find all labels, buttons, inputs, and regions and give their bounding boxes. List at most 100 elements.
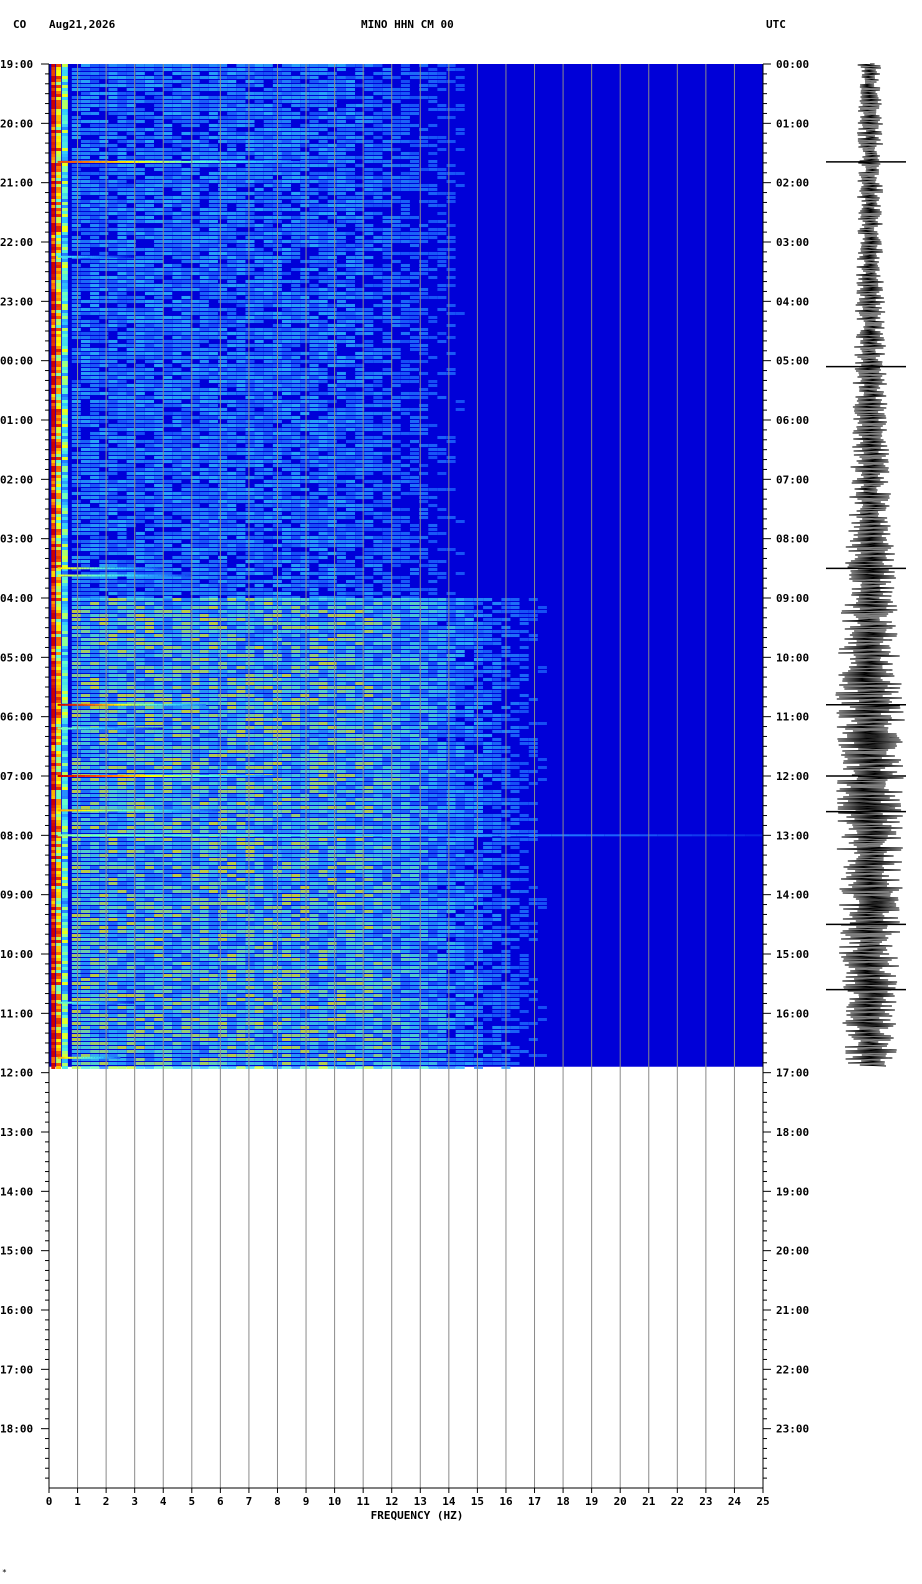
event-line-5 <box>118 727 121 730</box>
event-line-2 <box>73 567 76 570</box>
event-line-4 <box>83 703 88 706</box>
event-line-7 <box>118 809 123 812</box>
event-line-10 <box>79 1056 82 1059</box>
event-line-7 <box>106 809 111 812</box>
event-line-7 <box>69 809 74 812</box>
event-line-0 <box>231 160 238 163</box>
event-line-4 <box>57 703 62 706</box>
x-tick-label-16: 16 <box>499 1495 513 1508</box>
event-line-10 <box>103 1056 105 1059</box>
event-line-1 <box>94 255 97 258</box>
event-line-4 <box>113 703 117 706</box>
event-line-2 <box>152 567 156 570</box>
event-line-5 <box>60 727 63 730</box>
event-line-4 <box>150 703 155 706</box>
event-line-4 <box>165 703 169 706</box>
event-line-3 <box>175 574 179 577</box>
event-line-5 <box>155 727 158 730</box>
y-right-tick-label: 21:00 <box>776 1304 809 1317</box>
event-line-10 <box>101 1056 104 1059</box>
event-line-4 <box>139 703 143 706</box>
event-line-4 <box>169 703 173 706</box>
event-line-2 <box>94 567 98 570</box>
event-line-0 <box>113 160 120 163</box>
event-line-6 <box>222 775 228 777</box>
event-line-2 <box>142 567 145 570</box>
event-line-5 <box>152 727 156 730</box>
event-line-6 <box>79 775 86 777</box>
event-line-7 <box>90 809 95 812</box>
event-line-9 <box>69 1001 71 1004</box>
event-line-5 <box>73 727 76 730</box>
event-line-4 <box>154 703 158 706</box>
event-line-1 <box>61 255 64 258</box>
event-line-10 <box>78 1056 80 1059</box>
event-line-0 <box>194 160 201 163</box>
event-line-3 <box>67 574 71 577</box>
event-line-2 <box>65 567 69 570</box>
event-line-3 <box>181 574 186 577</box>
event-line-3 <box>185 574 189 577</box>
event-line-9 <box>123 1001 125 1004</box>
event-line-8 <box>251 834 270 837</box>
event-line-1 <box>57 255 60 258</box>
event-line-6 <box>96 775 102 777</box>
event-line-0 <box>150 160 157 163</box>
event-line-2 <box>131 567 135 570</box>
event-line-9 <box>121 1001 124 1004</box>
event-line-3 <box>154 574 159 577</box>
event-line-0 <box>70 160 77 163</box>
event-line-4 <box>198 703 203 706</box>
event-line-6 <box>118 775 124 777</box>
event-line-5 <box>70 727 74 730</box>
y-right-tick-label: 14:00 <box>776 889 809 902</box>
event-line-2 <box>121 567 124 570</box>
event-line-10 <box>112 1056 115 1059</box>
event-line-9 <box>107 1001 110 1004</box>
event-line-2 <box>126 567 129 570</box>
event-line-10 <box>85 1056 88 1059</box>
y-left-tick-label: 02:00 <box>0 473 33 486</box>
y-left-tick-label: 06:00 <box>0 711 33 724</box>
event-line-7 <box>143 809 148 812</box>
event-line-6 <box>129 775 135 777</box>
x-tick-label-19: 19 <box>585 1495 598 1508</box>
y-right-tick-label: 06:00 <box>776 414 809 427</box>
event-line-6 <box>184 775 190 777</box>
event-line-0 <box>94 160 101 163</box>
event-line-9 <box>119 1001 122 1004</box>
event-line-6 <box>85 775 91 777</box>
x-tick-label-5: 5 <box>188 1495 195 1508</box>
event-line-2 <box>84 567 87 570</box>
event-line-6 <box>255 775 261 777</box>
event-line-7 <box>94 809 99 812</box>
event-line-7 <box>208 809 213 812</box>
event-line-9 <box>74 1001 77 1004</box>
event-line-1 <box>109 255 112 258</box>
x-tick-label-25: 25 <box>756 1495 769 1508</box>
event-line-8 <box>710 834 728 837</box>
event-line-8 <box>92 834 111 837</box>
event-line-1 <box>63 255 66 258</box>
y-left-tick-label: 17:00 <box>0 1363 33 1376</box>
x-axis-title: FREQUENCY (HZ) <box>371 1509 464 1522</box>
event-line-6 <box>211 775 217 777</box>
event-line-3 <box>57 574 61 577</box>
event-line-8 <box>163 834 181 837</box>
event-line-9 <box>111 1001 114 1004</box>
event-line-8 <box>198 834 217 837</box>
event-line-8 <box>145 834 164 837</box>
y-left-tick-label: 20:00 <box>0 117 33 130</box>
event-line-0 <box>88 160 95 163</box>
event-line-6 <box>134 775 140 777</box>
x-tick-label-23: 23 <box>699 1495 712 1508</box>
event-line-5 <box>86 727 90 730</box>
event-line-8 <box>304 834 323 837</box>
y-left-tick-label: 16:00 <box>0 1304 33 1317</box>
y-left-tick-label: 01:00 <box>0 414 33 427</box>
event-line-0 <box>175 160 182 163</box>
event-line-1 <box>65 255 68 258</box>
y-left-tick-label: 19:00 <box>0 58 33 71</box>
event-line-6 <box>250 775 256 777</box>
event-line-6 <box>233 775 239 777</box>
